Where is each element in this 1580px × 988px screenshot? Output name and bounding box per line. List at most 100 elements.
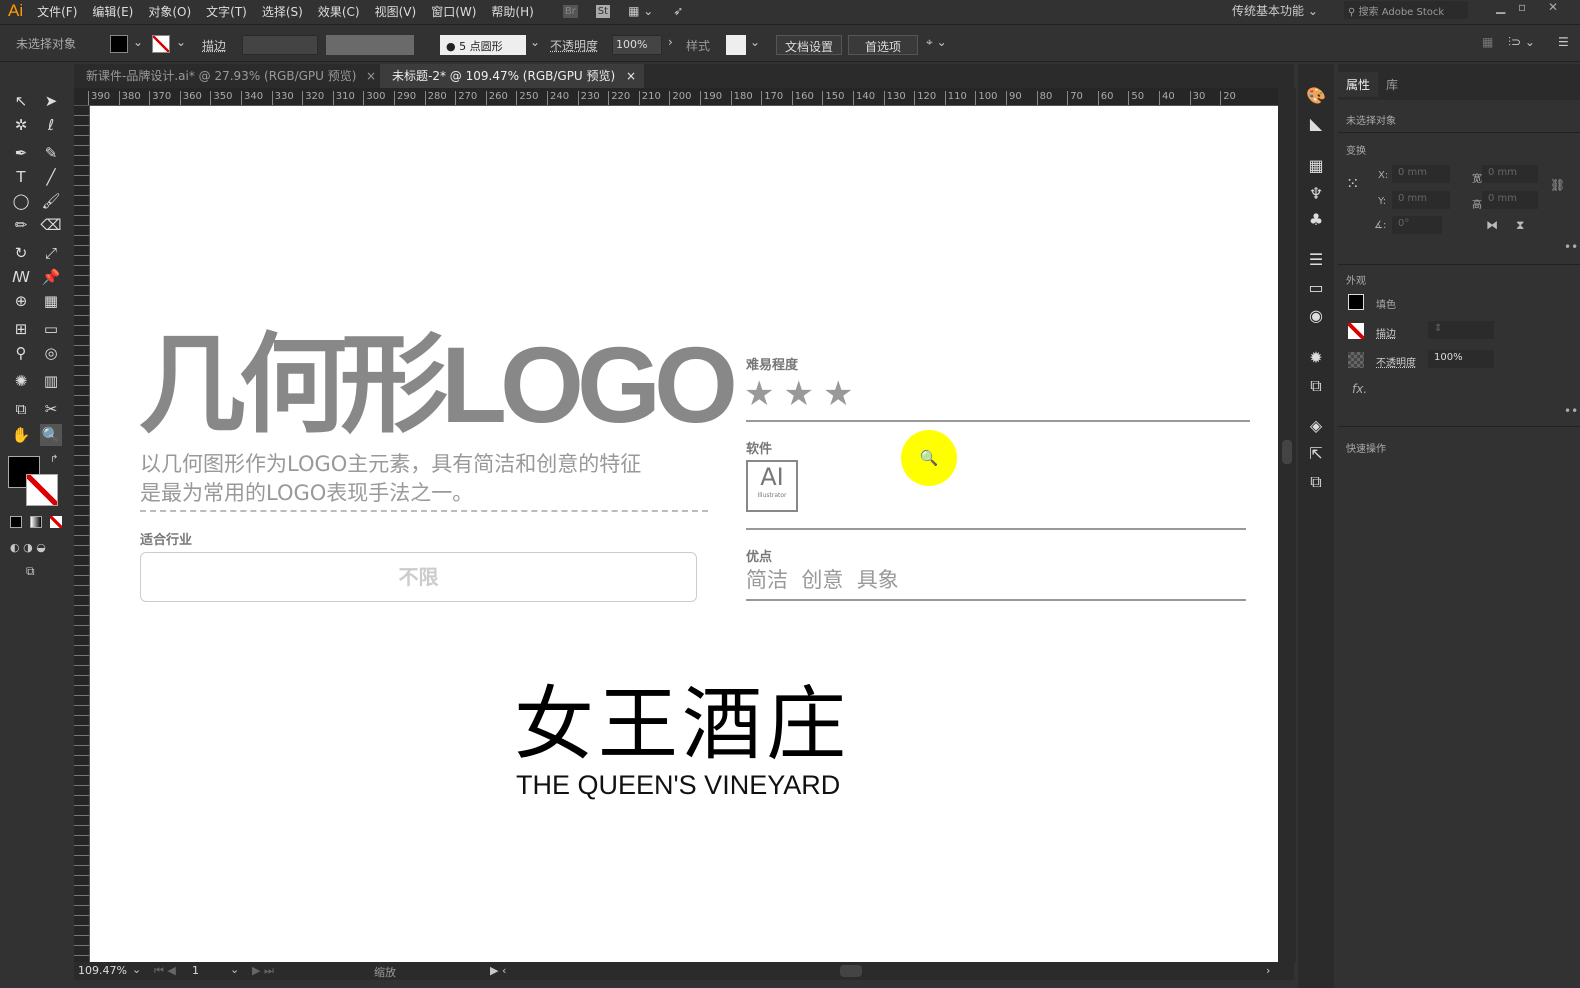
rocket-icon[interactable]: ➶ <box>673 4 683 18</box>
selection-tool-icon[interactable]: ↖ <box>10 90 32 112</box>
perspective-grid-icon[interactable]: ▦ <box>40 290 62 312</box>
direct-selection-tool-icon[interactable]: ➤ <box>40 90 62 112</box>
stroke-panel-icon[interactable]: ☰ <box>1306 250 1326 270</box>
paintbrush-icon[interactable]: 🖌 <box>40 190 62 212</box>
menu-view[interactable]: 视图(V) <box>375 3 417 20</box>
gradient-icon[interactable]: ▭ <box>40 318 62 340</box>
chevron-right-icon[interactable]: › <box>668 35 673 49</box>
align-icon[interactable]: ▦ <box>1482 35 1493 49</box>
stroke-swatch[interactable] <box>1348 323 1364 339</box>
select-similar-icon[interactable]: ⌖ ⌄ <box>926 35 947 50</box>
close-icon[interactable]: × <box>366 64 376 88</box>
document-setup-button[interactable]: 文档设置 <box>776 35 843 55</box>
flip-vertical-icon[interactable]: ⧗ <box>1516 218 1524 233</box>
workspace-switcher[interactable]: 传统基本功能 ⌄ <box>1232 2 1318 19</box>
menu-type[interactable]: 文字(T) <box>206 3 247 20</box>
export-icon[interactable]: ⇱ <box>1306 444 1326 464</box>
transform-icon[interactable]: ⫶⊃ ⌄ <box>1508 35 1535 50</box>
gradient-panel-icon[interactable]: ▭ <box>1306 278 1326 298</box>
swap-colors-icon[interactable]: ↱ <box>50 454 58 465</box>
fill-swatch[interactable] <box>1348 294 1364 310</box>
scroll-right-icon[interactable]: › <box>1266 964 1270 977</box>
symbols-icon[interactable]: ♣ <box>1306 210 1326 230</box>
stroke-color-swatch[interactable] <box>26 474 58 506</box>
y-input[interactable]: 0 mm <box>1392 191 1450 209</box>
menu-window[interactable]: 窗口(W) <box>431 3 476 20</box>
search-input[interactable]: 搜索 Adobe Stock <box>1359 7 1445 18</box>
variable-width-profile[interactable] <box>326 35 414 55</box>
tab-brand-design[interactable]: 新课件-品牌设计.ai* @ 27.93% (RGB/GPU 预览) × <box>74 64 380 88</box>
opacity-input[interactable]: 100% <box>1428 350 1494 368</box>
eraser-icon[interactable]: ⌫ <box>40 214 62 236</box>
stroke-weight-input[interactable] <box>242 35 318 55</box>
arrange-icon[interactable]: ▦ ⌄ <box>628 4 653 18</box>
curvature-tool-icon[interactable]: ✎ <box>40 142 62 164</box>
stroke-label[interactable]: 描边 <box>202 37 226 54</box>
chevron-down-icon[interactable]: ⌄ <box>133 35 143 49</box>
fill-swatch[interactable] <box>110 35 128 53</box>
artboards-icon[interactable]: ⧉ <box>1306 472 1326 492</box>
pencil-icon[interactable]: ✏ <box>10 214 32 236</box>
tab-untitled-2[interactable]: 未标题-2* @ 109.47% (RGB/GPU 预览) × <box>380 64 644 88</box>
chevron-down-icon[interactable]: ⌄ <box>230 963 239 976</box>
blend-icon[interactable]: ◎ <box>40 342 62 364</box>
menu-select[interactable]: 选择(S) <box>262 3 303 20</box>
lasso-icon[interactable]: ℓ <box>40 114 62 136</box>
close-icon[interactable]: × <box>626 64 636 88</box>
color-palette-icon[interactable]: 🎨 <box>1306 86 1326 106</box>
chevron-down-icon[interactable]: ⌄ <box>750 35 760 49</box>
graph-icon[interactable]: ▥ <box>40 370 62 392</box>
constrain-proportions-icon[interactable]: ⛓ <box>1550 178 1565 192</box>
color-guide-icon[interactable]: ◣ <box>1306 114 1326 134</box>
ellipse-tool-icon[interactable]: ◯ <box>10 190 32 212</box>
opacity-label[interactable]: 不透明度 <box>550 37 598 54</box>
brush-select[interactable]: ● 5 点圆形 <box>440 35 526 55</box>
artboard-icon[interactable]: ⧉ <box>10 398 32 420</box>
transparency-icon[interactable]: ◉ <box>1306 306 1326 326</box>
menu-object[interactable]: 对象(O) <box>148 3 191 20</box>
type-tool-icon[interactable]: T <box>10 166 32 188</box>
hand-icon[interactable]: ✋ <box>10 424 32 446</box>
stock-search[interactable]: ⚲ 搜索 Adobe Stock <box>1344 1 1468 19</box>
zoom-level-input[interactable]: 109.47% <box>78 964 127 977</box>
stroke-label[interactable]: 描边 <box>1376 325 1396 340</box>
x-input[interactable]: 0 mm <box>1392 165 1450 183</box>
tab-properties[interactable]: 属性 <box>1338 72 1379 97</box>
slice-icon[interactable]: ✂ <box>40 398 62 420</box>
artboard-number-input[interactable]: 1 <box>192 964 199 977</box>
artboard[interactable]: 几何形LOGO 以几何图形作为LOGO主元素，具有简洁和创意的特征 是最为常用的… <box>90 106 1278 962</box>
width-input[interactable]: 0 mm <box>1482 165 1538 183</box>
eyedropper-icon[interactable]: ⚲ <box>10 342 32 364</box>
menu-edit[interactable]: 编辑(E) <box>92 3 133 20</box>
mesh-icon[interactable]: ⊞ <box>10 318 32 340</box>
preferences-button[interactable]: 首选项 <box>848 35 919 55</box>
menu-effect[interactable]: 效果(C) <box>318 3 360 20</box>
graphic-styles-icon[interactable]: ⧉ <box>1306 376 1326 396</box>
more-options-icon[interactable]: ••• <box>1564 240 1580 254</box>
warp-icon[interactable]: ꟿ <box>10 266 32 288</box>
style-swatch[interactable] <box>726 35 746 55</box>
horizontal-scrollbar[interactable] <box>840 965 862 977</box>
first-artboard-icon[interactable]: ⏮ ◀ <box>154 964 176 978</box>
horizontal-ruler[interactable]: 390 380 370 360 350 340 330 320 310 300 290 280 270 2… <box>74 88 1278 106</box>
magic-wand-icon[interactable]: ✲ <box>10 114 32 136</box>
vertical-ruler[interactable] <box>74 106 90 962</box>
gradient-mode-icon[interactable] <box>30 516 42 528</box>
menu-file[interactable]: 文件(F) <box>37 3 77 20</box>
menu-list-icon[interactable]: ☰ <box>1558 35 1569 49</box>
symbol-sprayer-icon[interactable]: ✺ <box>10 370 32 392</box>
maximize-button[interactable]: ▫ <box>1518 0 1526 14</box>
swatches-icon[interactable]: ▦ <box>1306 156 1326 176</box>
flip-horizontal-icon[interactable]: ⧓ <box>1486 218 1498 232</box>
shape-builder-icon[interactable]: ⊕ <box>10 290 32 312</box>
close-window-button[interactable]: ✕ <box>1548 0 1558 14</box>
pen-tool-icon[interactable]: ✒ <box>10 142 32 164</box>
none-mode-icon[interactable] <box>50 516 62 528</box>
tab-libraries[interactable]: 库 <box>1386 76 1398 93</box>
minimize-button[interactable]: ▁ <box>1496 0 1505 14</box>
vertical-scrollbar[interactable] <box>1278 88 1296 962</box>
puppet-warp-icon[interactable]: 📌 <box>40 266 62 288</box>
fx-button[interactable]: fx. <box>1352 382 1367 396</box>
stroke-swatch[interactable] <box>152 35 170 53</box>
bridge-icon[interactable]: Br <box>562 4 578 18</box>
